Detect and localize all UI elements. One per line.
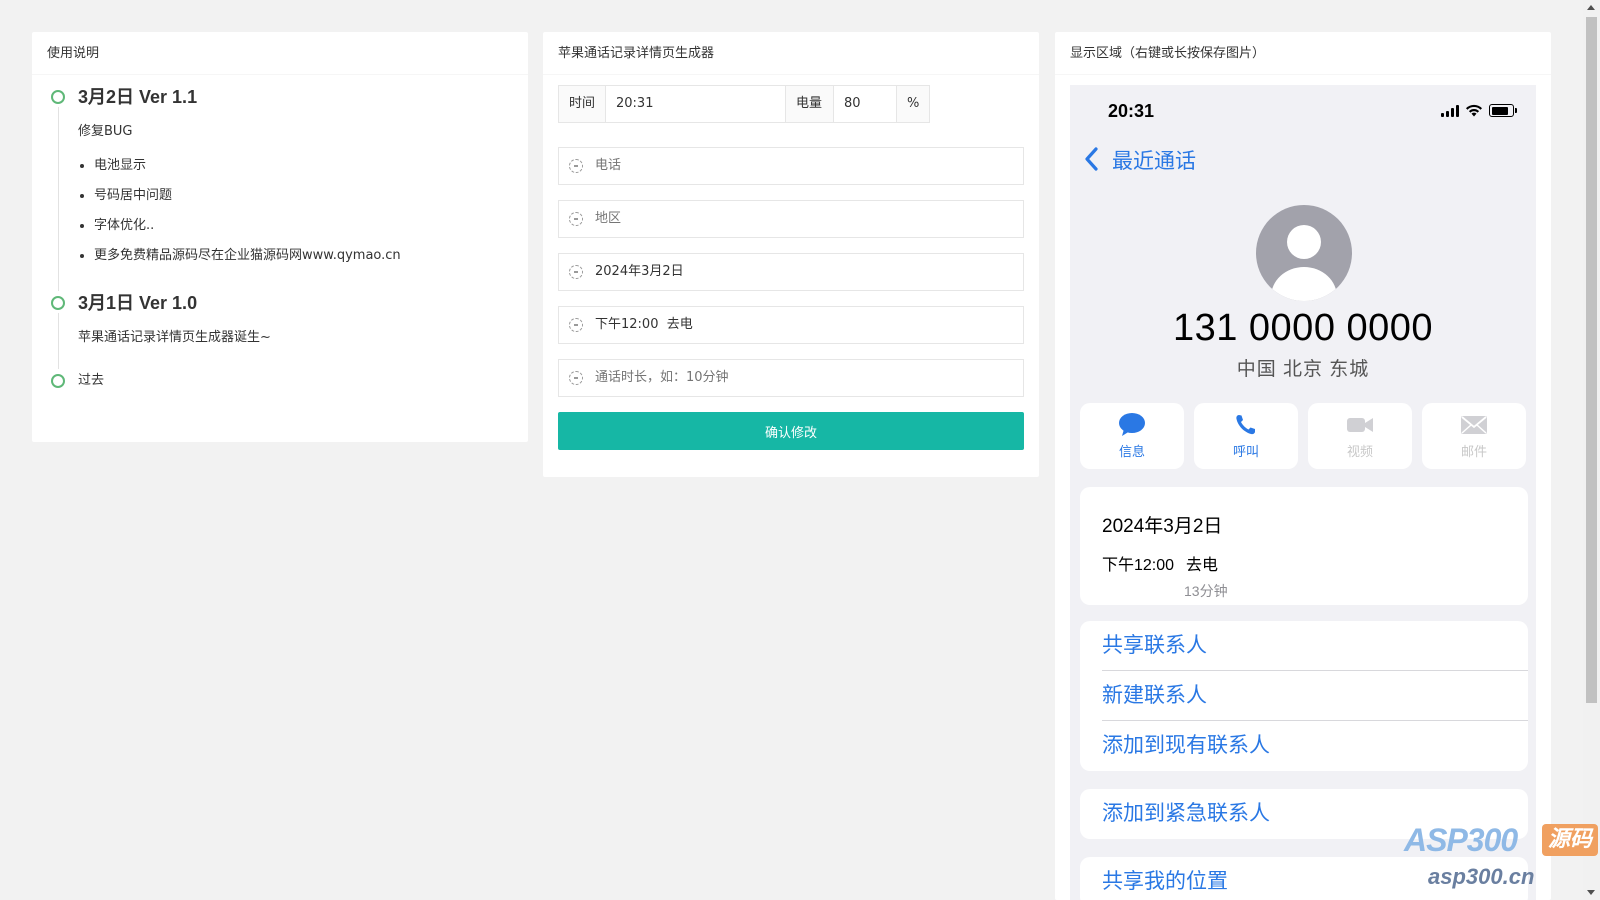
chevron-left-icon xyxy=(1085,147,1098,171)
mail-button[interactable]: 邮件 xyxy=(1422,403,1526,469)
timeline-item-v1-1: 3月2日 Ver 1.1 修复BUG 电池显示 号码居中问题 字体优化.. 更多… xyxy=(50,85,513,291)
call-time: 下午12:00 xyxy=(1102,557,1175,574)
call-record-card: 2024年3月2日 下午12:00 去电 13分钟 xyxy=(1080,487,1528,605)
date-input[interactable]: 2024年3月2日 xyxy=(558,253,1024,291)
wifi-icon xyxy=(1466,104,1482,117)
battery-label: 电量 xyxy=(786,85,834,123)
call-time-type-input[interactable]: 下午12:00 去电 xyxy=(558,306,1024,344)
list-item: 字体优化.. xyxy=(94,217,513,235)
timeline-item-past: 过去 xyxy=(50,369,513,393)
share-contact-item[interactable]: 共享联系人 xyxy=(1080,621,1528,671)
clock-icon xyxy=(569,212,583,226)
time-input[interactable]: 20:31 xyxy=(606,85,786,123)
video-label: 视频 xyxy=(1346,444,1373,459)
call-time-line: 下午12:00 去电 xyxy=(1102,551,1506,575)
usage-instructions-title: 使用说明 xyxy=(32,32,528,75)
message-label: 信息 xyxy=(1118,444,1145,459)
message-button[interactable]: 信息 xyxy=(1080,403,1184,469)
list-item: 电池显示 xyxy=(94,157,513,175)
time-label: 时间 xyxy=(558,85,606,123)
duration-input[interactable]: 通话时长，如：10分钟 xyxy=(558,359,1024,397)
phone-location: 中国 北京 东城 xyxy=(1236,359,1370,380)
message-icon xyxy=(1119,413,1145,436)
action-buttons: 信息 呼叫 视频 邮件 xyxy=(1080,403,1528,469)
timeline-line xyxy=(58,107,59,291)
watermark-url: asp300.cn xyxy=(1428,864,1535,889)
list-item: 号码居中问题 xyxy=(94,187,513,205)
phone-placeholder: 电话 xyxy=(595,158,622,173)
region-input[interactable]: 地区 xyxy=(558,200,1024,238)
phone-icon xyxy=(1236,415,1255,435)
scrollbar-thumb[interactable] xyxy=(1586,17,1597,703)
changelog-list: 电池显示 号码居中问题 字体优化.. 更多免费精品源码尽在企业猫源码网www.q… xyxy=(78,157,513,265)
clock-icon xyxy=(569,318,583,332)
timeline-text: 苹果通话记录详情页生成器诞生~ xyxy=(78,330,271,345)
back-button[interactable]: 最近通话 xyxy=(1070,141,1536,181)
timeline-dot-icon xyxy=(51,90,65,104)
timeline-title: 3月1日 Ver 1.0 xyxy=(78,293,198,313)
battery-icon xyxy=(1489,104,1518,117)
back-label: 最近通话 xyxy=(1112,150,1196,173)
display-area-title: 显示区域（右键或长按保存图片） xyxy=(1055,32,1551,75)
watermark: ASP300 源码 asp300.cn xyxy=(1404,822,1600,900)
mail-label: 邮件 xyxy=(1460,444,1487,459)
call-label: 呼叫 xyxy=(1232,444,1259,459)
battery-input[interactable]: 80 xyxy=(834,85,897,123)
date-value: 2024年3月2日 xyxy=(595,264,684,279)
contact-avatar xyxy=(1256,205,1352,301)
timeline: 3月2日 Ver 1.1 修复BUG 电池显示 号码居中问题 字体优化.. 更多… xyxy=(32,75,528,393)
clock-icon xyxy=(569,159,583,173)
battery-fill xyxy=(1491,106,1508,115)
scroll-up-icon[interactable] xyxy=(1587,5,1595,10)
mail-icon xyxy=(1461,416,1487,434)
timeline-text: 修复BUG xyxy=(78,124,133,139)
timeline-dot-icon xyxy=(51,296,65,310)
call-duration: 13分钟 xyxy=(1184,583,1228,599)
generator-form-card: 苹果通话记录详情页生成器 时间 20:31 电量 80 % 电话 地区 2024… xyxy=(543,32,1039,477)
signal-icon xyxy=(1441,105,1459,117)
call-date: 2024年3月2日 xyxy=(1102,516,1223,537)
phone-input[interactable]: 电话 xyxy=(558,147,1024,185)
call-time-type-value: 下午12:00 去电 xyxy=(595,317,693,332)
timeline-dot-icon xyxy=(51,374,65,388)
video-icon xyxy=(1347,418,1373,432)
contact-actions-group: 共享联系人 新建联系人 添加到现有联系人 xyxy=(1080,621,1528,771)
video-button[interactable]: 视频 xyxy=(1308,403,1412,469)
new-contact-item[interactable]: 新建联系人 xyxy=(1080,671,1528,721)
duration-placeholder: 通话时长，如：10分钟 xyxy=(595,370,729,385)
call-type: 去电 xyxy=(1186,557,1219,574)
phone-number: 131 0000 0000 xyxy=(1172,307,1434,349)
clock-icon xyxy=(569,371,583,385)
status-time: 20:31 xyxy=(1108,101,1155,121)
generator-form-title: 苹果通话记录详情页生成器 xyxy=(543,32,1039,75)
timeline-text: 过去 xyxy=(78,373,105,388)
watermark-badge: 源码 xyxy=(1542,824,1598,856)
status-bar: 20:31 xyxy=(1070,85,1536,141)
add-to-existing-contact-item[interactable]: 添加到现有联系人 xyxy=(1080,721,1528,771)
call-button[interactable]: 呼叫 xyxy=(1194,403,1298,469)
iphone-call-detail-preview[interactable]: 20:31 最近通话 131 0000 0000 中国 北京 东城 信息 呼叫 … xyxy=(1070,85,1536,900)
page-scrollbar[interactable] xyxy=(1583,0,1600,900)
percent-suffix: % xyxy=(897,85,930,123)
confirm-button[interactable]: 确认修改 xyxy=(558,412,1024,450)
timeline-title: 3月2日 Ver 1.1 xyxy=(78,87,198,107)
display-area-card: 显示区域（右键或长按保存图片） 20:31 最近通话 131 0000 0000… xyxy=(1055,32,1551,900)
list-item: 更多免费精品源码尽在企业猫源码网www.qymao.cn xyxy=(94,247,513,265)
time-battery-row: 时间 20:31 电量 80 % xyxy=(558,85,1024,123)
timeline-item-v1-0: 3月1日 Ver 1.0 苹果通话记录详情页生成器诞生~ xyxy=(50,291,513,369)
region-placeholder: 地区 xyxy=(595,211,622,226)
clock-icon xyxy=(569,265,583,279)
usage-instructions-card: 使用说明 3月2日 Ver 1.1 修复BUG 电池显示 号码居中问题 字体优化… xyxy=(32,32,528,442)
timeline-line xyxy=(58,313,59,369)
watermark-logo: ASP300 xyxy=(1404,822,1518,858)
